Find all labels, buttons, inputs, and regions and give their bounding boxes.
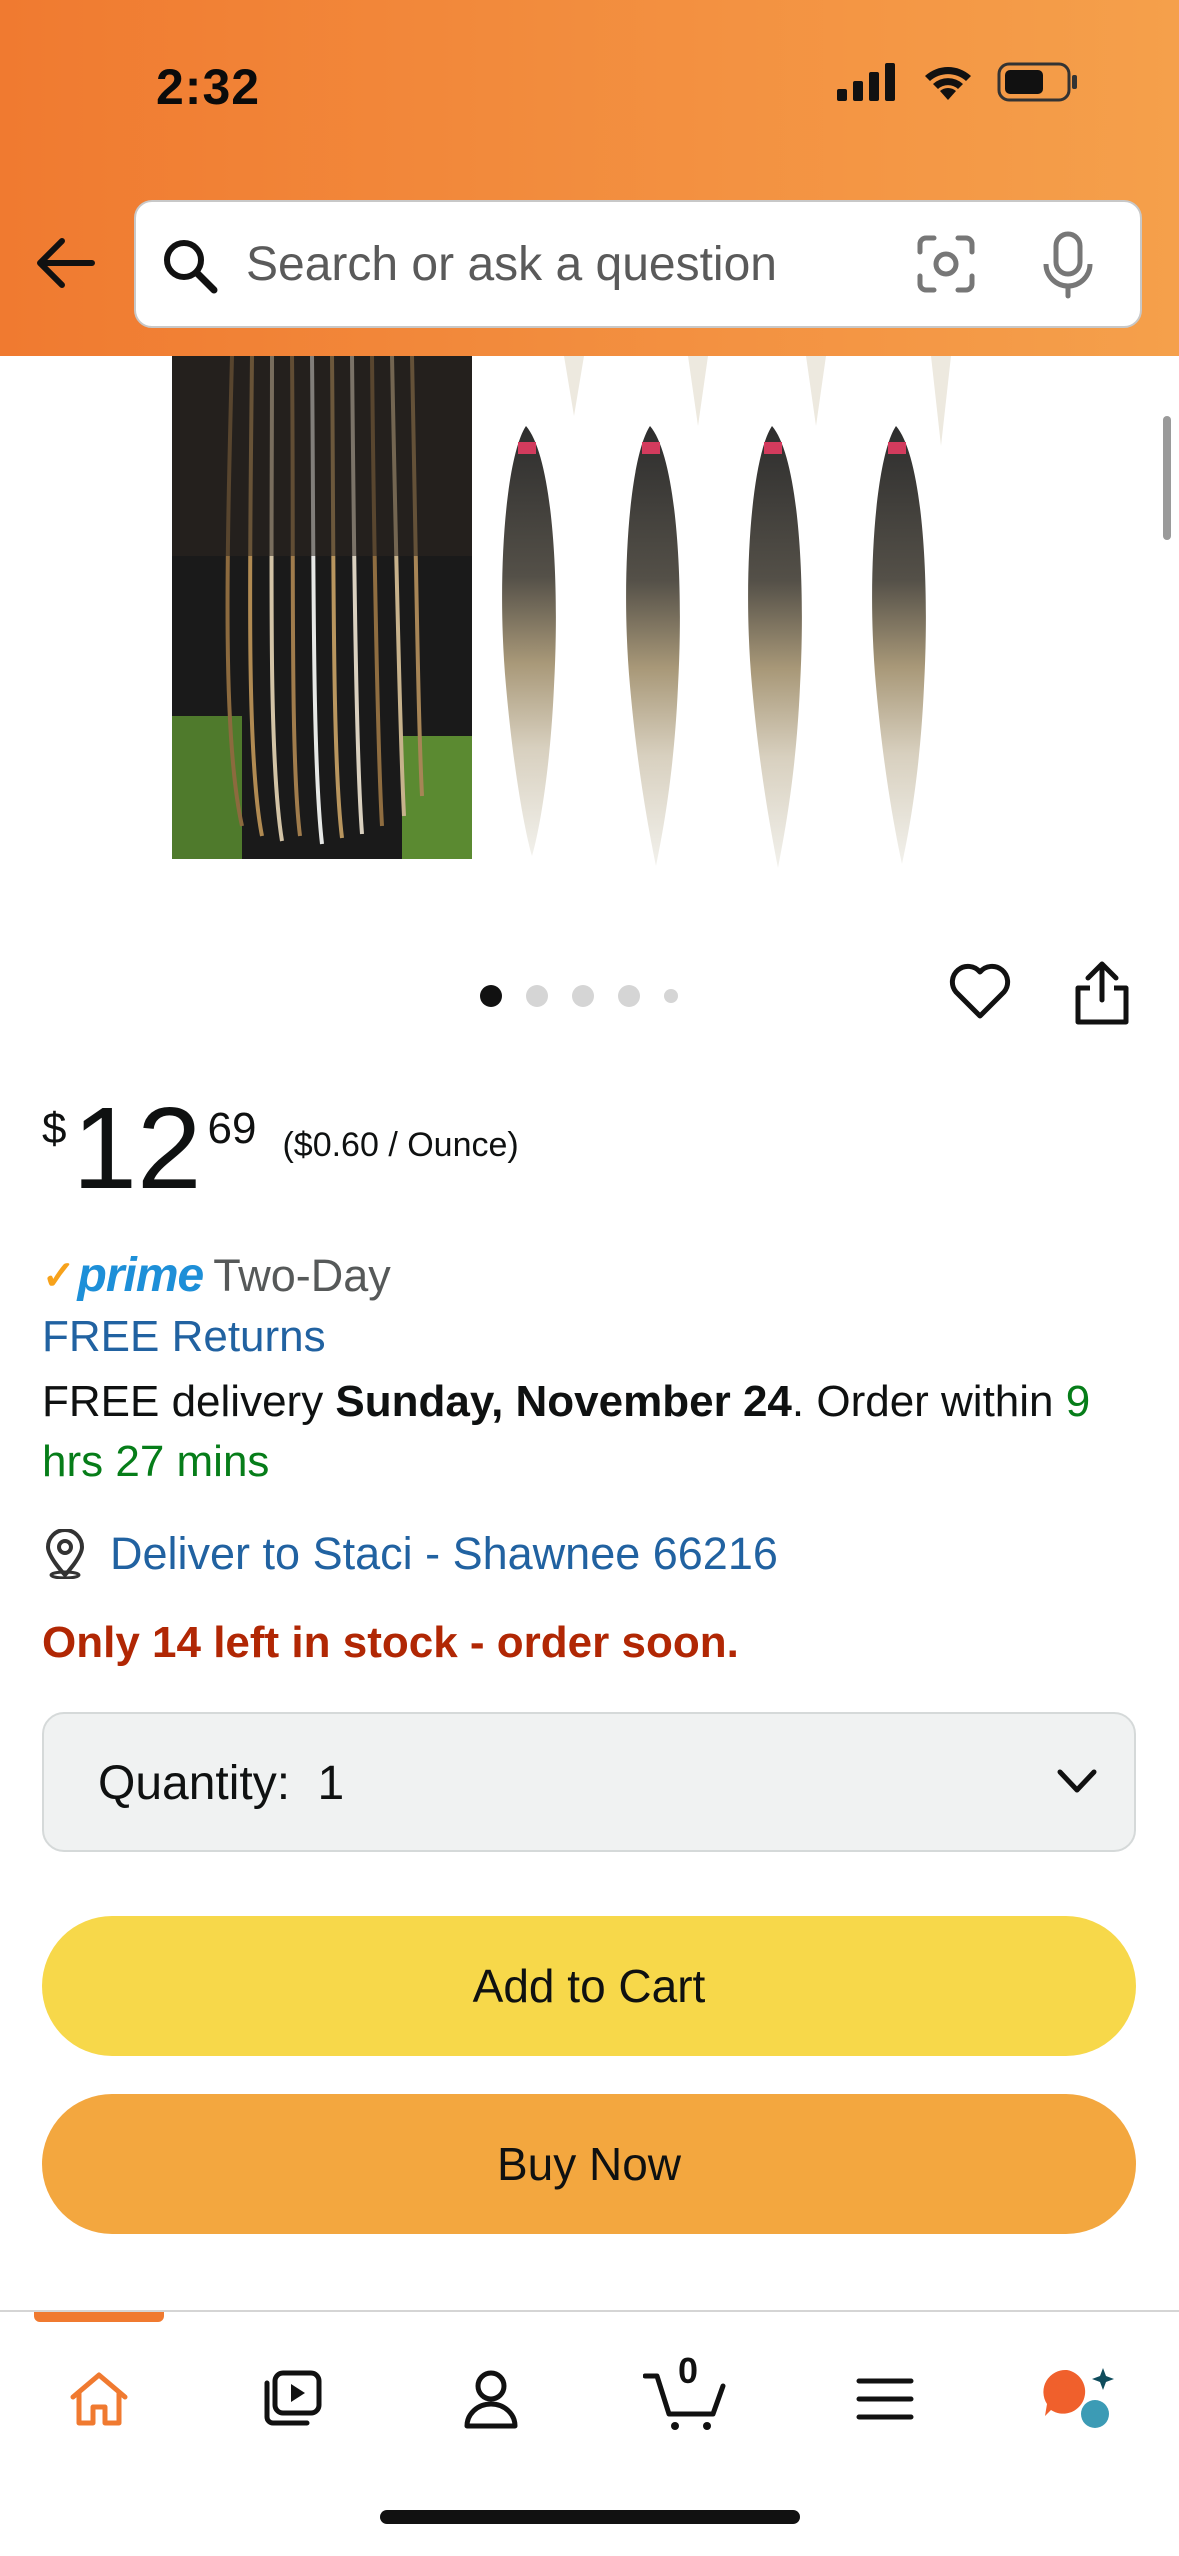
delivery-date: Sunday, November 24 (335, 1377, 792, 1426)
search-bar[interactable] (134, 200, 1142, 328)
status-icons (837, 62, 1079, 102)
nav-home[interactable] (54, 2354, 144, 2444)
rufus-ai-icon (1043, 2368, 1114, 2428)
active-tab-indicator (34, 2312, 164, 2322)
quantity-value: 1 (317, 1757, 345, 1810)
app-header: 2:32 (0, 0, 1179, 356)
nav-menu[interactable] (840, 2354, 930, 2444)
gallery-dot[interactable] (572, 985, 594, 1007)
delivery-info: FREE delivery Sunday, November 24. Order… (42, 1372, 1152, 1492)
back-button[interactable] (30, 228, 100, 298)
battery-icon (997, 62, 1077, 102)
product-image-gallery[interactable] (0, 356, 1179, 896)
product-photo-braids (502, 356, 951, 868)
wifi-icon (925, 67, 971, 100)
delivery-prefix: FREE delivery (42, 1377, 336, 1426)
account-icon (464, 2370, 518, 2429)
location-pin-icon (45, 1529, 85, 1579)
buy-now-button[interactable]: Buy Now (42, 2094, 1136, 2234)
nav-cart[interactable]: 0 (640, 2350, 730, 2444)
gallery-dot[interactable] (664, 989, 678, 1003)
status-time: 2:32 (156, 59, 261, 115)
cart-count: 0 (678, 2350, 699, 2391)
deliver-to-label[interactable]: Deliver to Staci - Shawnee 66216 (110, 1528, 778, 1580)
image-scrollbar[interactable] (1163, 416, 1171, 540)
price-block: $ 12 69 ($0.60 / Ounce) (42, 1090, 519, 1206)
chevron-down-icon (1057, 1769, 1097, 1793)
nav-account[interactable] (446, 2354, 536, 2444)
nav-video[interactable] (248, 2354, 338, 2444)
share-icon (1075, 961, 1129, 1025)
quantity-text: Quantity: 1 (98, 1756, 344, 1811)
quantity-selector[interactable]: Quantity: 1 (42, 1712, 1136, 1852)
delivery-middle: . Order within (791, 1377, 1066, 1426)
camera-scan-icon[interactable] (914, 232, 978, 296)
gallery-dot[interactable] (618, 985, 640, 1007)
gallery-dot[interactable] (480, 985, 502, 1007)
add-to-list-button[interactable] (948, 962, 1012, 1027)
add-to-cart-button[interactable]: Add to Cart (42, 1916, 1136, 2056)
prime-badge: ✓ prime Two-Day (42, 1248, 391, 1303)
price-currency: $ (42, 1104, 67, 1153)
prime-logo: prime (77, 1249, 205, 1302)
share-button[interactable] (1072, 960, 1132, 1033)
unit-price: ($0.60 / Ounce) (282, 1126, 519, 1164)
microphone-icon[interactable] (1040, 230, 1096, 300)
menu-icon (856, 2378, 914, 2420)
video-icon (264, 2370, 322, 2426)
prime-speed: Two-Day (213, 1249, 391, 1301)
back-arrow-icon (37, 238, 95, 288)
heart-icon (949, 963, 1011, 1019)
home-indicator[interactable] (380, 2510, 800, 2524)
prime-check-icon: ✓ (42, 1253, 76, 1298)
search-icon (164, 240, 218, 294)
signal-icon (837, 63, 895, 101)
quantity-label: Quantity: (98, 1757, 291, 1810)
search-input[interactable] (246, 226, 1006, 302)
stock-status: Only 14 left in stock - order soon. (42, 1618, 739, 1667)
deliver-to-link[interactable]: Deliver to Staci - Shawnee 66216 (42, 1528, 778, 1580)
home-icon (70, 2372, 128, 2426)
price-whole: 12 (72, 1083, 202, 1213)
free-returns-link[interactable]: FREE Returns (42, 1312, 326, 1362)
gallery-page-dots[interactable] (480, 985, 678, 1007)
gallery-dot[interactable] (526, 985, 548, 1007)
product-photo-model (172, 356, 472, 859)
nav-rufus[interactable] (1034, 2354, 1124, 2444)
price-fraction: 69 (207, 1104, 257, 1153)
